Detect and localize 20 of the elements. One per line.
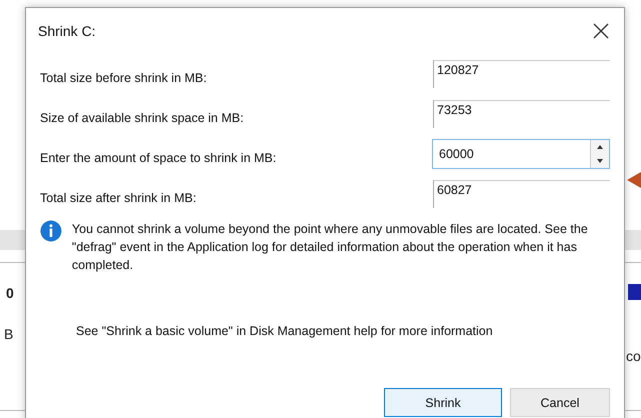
disk-bar xyxy=(628,284,641,300)
value-field: 73253 xyxy=(433,100,610,128)
shrink-button[interactable]: Shrink xyxy=(384,388,502,417)
cancel-button[interactable]: Cancel xyxy=(510,388,610,417)
amount-spinner[interactable]: 60000 xyxy=(432,139,610,169)
pointer-arrow-icon xyxy=(627,172,641,188)
dialog-title: Shrink C: xyxy=(38,23,96,39)
background-text: 0 xyxy=(6,285,14,301)
close-button[interactable] xyxy=(592,22,610,40)
background-text: B xyxy=(4,326,14,342)
value-field: 60827 xyxy=(433,180,610,208)
background-text: co xyxy=(626,348,641,364)
field-label: Size of available shrink space in MB: xyxy=(39,110,244,125)
info-icon xyxy=(40,220,62,242)
value-field: 120827 xyxy=(433,60,610,88)
field-label: Enter the amount of space to shrink in MB: xyxy=(39,150,276,165)
info-message: You cannot shrink a volume beyond the point where any unmovable files are located. See the "defrag" event in the Application log for detailed information about the operation when it has completed. xyxy=(72,221,589,274)
field-label: Total size before shrink in MB: xyxy=(39,70,207,85)
help-text: See "Shrink a basic volume" in Disk Management help for more information xyxy=(76,324,494,338)
field-label: Total size after shrink in MB: xyxy=(39,190,196,205)
